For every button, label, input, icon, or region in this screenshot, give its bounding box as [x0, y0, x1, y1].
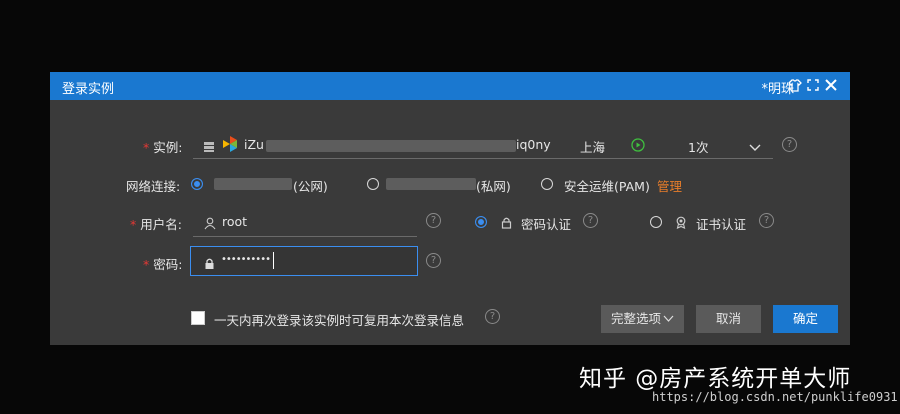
- instance-label-text: 实例:: [153, 140, 183, 155]
- full-options-button[interactable]: 完整选项: [601, 305, 684, 333]
- dialog-title: 登录实例: [62, 82, 115, 97]
- password-value: ••••••••••: [221, 254, 271, 265]
- play-circle-icon[interactable]: [631, 137, 645, 156]
- dialog-titlebar: 登录实例 *明珠: [50, 72, 850, 100]
- password-label: * 密码:: [143, 257, 183, 272]
- radio-password-auth[interactable]: [475, 216, 487, 228]
- cert-auth-label: 证书认证: [696, 217, 747, 232]
- server-icon: [203, 138, 215, 157]
- username-label-text: 用户名:: [140, 217, 182, 232]
- fullscreen-icon[interactable]: [806, 77, 820, 93]
- shirt-icon[interactable]: [788, 77, 802, 93]
- session-count[interactable]: 1次: [688, 137, 708, 156]
- password-auth-label: 密码认证: [521, 217, 572, 232]
- manage-link[interactable]: 管理: [657, 176, 682, 195]
- username-underline: [193, 236, 417, 237]
- question-circle-icon[interactable]: ?: [583, 213, 598, 228]
- username-input[interactable]: root: [222, 214, 247, 229]
- user-icon: [204, 215, 216, 234]
- watermark-text: 知乎 @房产系统开单大师: [579, 366, 852, 392]
- text-cursor: [273, 252, 274, 269]
- question-circle-icon[interactable]: ?: [485, 309, 500, 324]
- lock-icon: [501, 214, 512, 233]
- instance-id-prefix: iZu: [244, 137, 264, 152]
- cancel-button[interactable]: 取消: [696, 305, 761, 333]
- chevron-down-icon[interactable]: [749, 138, 761, 157]
- redacted-instance-id: [266, 140, 516, 152]
- pam-label: 安全运维(PAM): [564, 179, 650, 194]
- lock-icon: [204, 255, 215, 274]
- remember-label: 一天内再次登录该实例时可复用本次登录信息: [214, 313, 465, 328]
- redacted-private-ip: [386, 178, 476, 190]
- username-label: * 用户名:: [130, 217, 182, 232]
- redacted-public-ip: [214, 178, 292, 190]
- question-circle-icon[interactable]: ?: [426, 253, 441, 268]
- question-circle-icon[interactable]: ?: [782, 137, 797, 152]
- instance-label: * 实例:: [143, 140, 183, 155]
- remember-checkbox[interactable]: [191, 311, 205, 325]
- watermark-url: https://blog.csdn.net/punklife0931: [652, 390, 898, 404]
- private-network-label: (私网): [476, 179, 511, 194]
- confirm-button[interactable]: 确定: [773, 305, 838, 333]
- radio-private[interactable]: [367, 178, 379, 190]
- radio-public[interactable]: [191, 178, 203, 190]
- chevron-down-icon: [663, 315, 674, 322]
- certificate-icon: [675, 214, 687, 233]
- network-label: 网络连接:: [126, 179, 181, 194]
- instance-id-suffix: iq0ny: [516, 137, 551, 152]
- os-logo-icon: [222, 135, 238, 157]
- radio-cert-auth[interactable]: [650, 216, 662, 228]
- question-circle-icon[interactable]: ?: [759, 213, 774, 228]
- region-label: 上海: [580, 140, 606, 155]
- question-circle-icon[interactable]: ?: [426, 213, 441, 228]
- public-network-label: (公网): [293, 179, 328, 194]
- password-label-text: 密码:: [153, 257, 183, 272]
- full-options-label: 完整选项: [610, 311, 661, 326]
- close-icon[interactable]: [824, 77, 838, 93]
- instance-select-underline: [193, 158, 773, 159]
- radio-pam[interactable]: [541, 178, 553, 190]
